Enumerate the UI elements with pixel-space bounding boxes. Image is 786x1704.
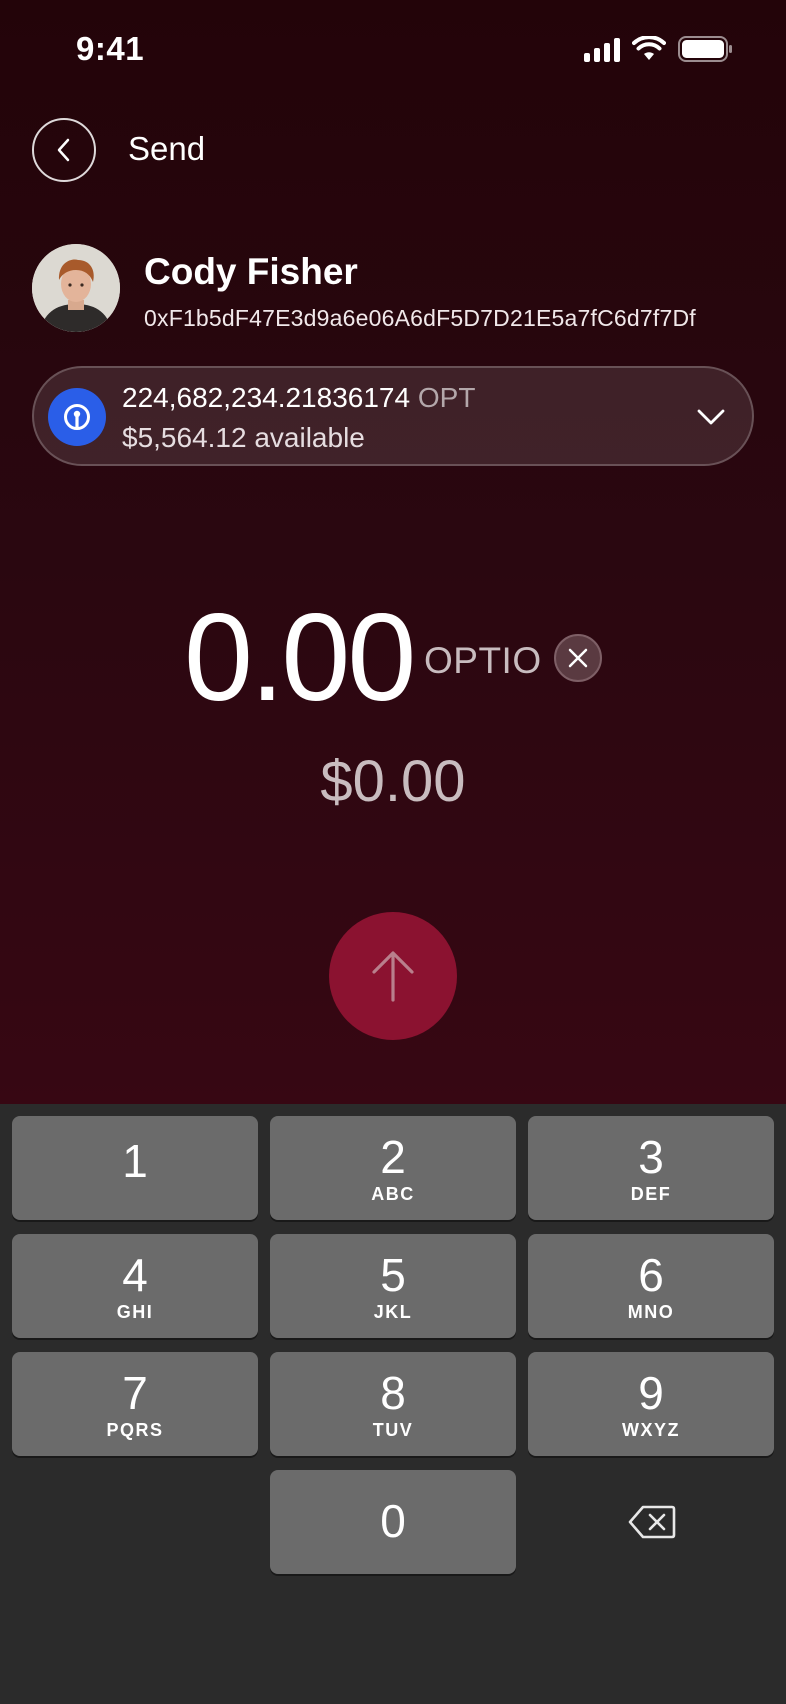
key-7[interactable]: 7 PQRS xyxy=(12,1352,258,1456)
key-6[interactable]: 6 MNO xyxy=(528,1234,774,1338)
page-title: Send xyxy=(128,130,206,167)
battery-icon xyxy=(678,36,732,62)
key-5[interactable]: 5 JKL xyxy=(270,1234,516,1338)
key-letters: DEF xyxy=(630,1184,672,1204)
chevron-down-icon xyxy=(692,398,730,436)
recipient-name: Cody Fisher xyxy=(144,251,358,292)
token-selector[interactable]: 224,682,234.21836174 OPT $5,564.12 avail… xyxy=(32,366,754,466)
back-button[interactable] xyxy=(32,118,96,182)
amount-unit: OPTIO xyxy=(424,640,542,681)
optio-token-icon xyxy=(48,388,106,446)
key-letters: JKL xyxy=(373,1302,413,1322)
backspace-button[interactable] xyxy=(600,1482,704,1562)
key-letters: MNO xyxy=(627,1302,675,1322)
arrow-up-icon xyxy=(372,951,414,1002)
key-number: 9 xyxy=(638,1367,664,1419)
key-number: 6 xyxy=(638,1249,664,1301)
key-number: 3 xyxy=(638,1131,664,1183)
key-1[interactable]: 1 xyxy=(12,1116,258,1220)
key-number: 2 xyxy=(380,1131,406,1183)
status-time: 9:41 xyxy=(76,30,145,67)
backspace-icon xyxy=(628,1505,676,1539)
key-number: 0 xyxy=(380,1495,406,1547)
fiat-value: $0.00 xyxy=(320,749,466,814)
key-2[interactable]: 2 ABC xyxy=(270,1116,516,1220)
key-0[interactable]: 0 xyxy=(270,1470,516,1574)
key-number: 5 xyxy=(380,1249,406,1301)
key-8[interactable]: 8 TUV xyxy=(270,1352,516,1456)
wifi-icon xyxy=(632,36,666,60)
key-number: 4 xyxy=(122,1249,148,1301)
send-screen: 9:41 Send Cody Fisher 0xF1b5dF47E3d9a6e0… xyxy=(0,0,786,1704)
key-letters: GHI xyxy=(116,1302,154,1322)
key-letters: TUV xyxy=(372,1420,414,1440)
key-3[interactable]: 3 DEF xyxy=(528,1116,774,1220)
key-letters: PQRS xyxy=(106,1420,164,1440)
cellular-signal-icon xyxy=(584,36,620,62)
clear-amount-button[interactable] xyxy=(554,634,602,682)
token-symbol: OPT xyxy=(417,382,476,413)
send-button[interactable] xyxy=(329,912,457,1040)
key-9[interactable]: 9 WXYZ xyxy=(528,1352,774,1456)
recipient-address: 0xF1b5dF47E3d9a6e06A6dF5D7D21E5a7fC6d7f7… xyxy=(144,305,696,331)
status-icons xyxy=(584,36,734,62)
amount-value: 0.00 xyxy=(184,589,416,727)
token-available: $5,564.12 available xyxy=(122,422,365,453)
key-4[interactable]: 4 GHI xyxy=(12,1234,258,1338)
key-number: 7 xyxy=(122,1367,148,1419)
key-letters: WXYZ xyxy=(622,1420,680,1440)
close-icon xyxy=(568,648,588,668)
chevron-left-icon xyxy=(57,138,70,162)
key-letters: ABC xyxy=(371,1184,415,1204)
token-balance: 224,682,234.21836174 xyxy=(122,382,411,413)
send-panel: 9:41 Send Cody Fisher 0xF1b5dF47E3d9a6e0… xyxy=(0,0,786,1104)
recipient-avatar xyxy=(32,244,120,332)
token-balance-line: 224,682,234.21836174 OPT xyxy=(122,382,475,414)
key-number: 1 xyxy=(122,1135,148,1187)
key-number: 8 xyxy=(380,1367,406,1419)
